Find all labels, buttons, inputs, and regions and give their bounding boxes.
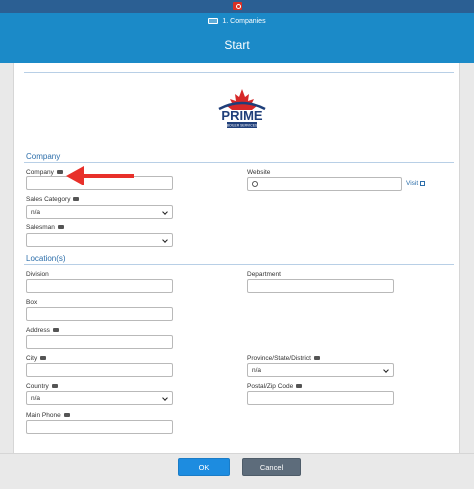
required-icon <box>57 225 64 229</box>
form-panel: PRIME BOILER SERVICES Company Company We… <box>13 63 460 453</box>
section-company: Company <box>26 152 61 161</box>
box-label: Box <box>26 299 38 306</box>
external-link-icon <box>420 181 426 186</box>
website-label: Website <box>247 169 271 176</box>
visit-link[interactable]: Visit <box>406 180 426 187</box>
department-label: Department <box>247 271 281 278</box>
division-label: Division <box>26 271 49 278</box>
address-label: Address <box>26 327 59 334</box>
department-input[interactable] <box>247 279 394 293</box>
division-input[interactable] <box>26 279 173 293</box>
website-input[interactable] <box>247 177 402 191</box>
salesman-label: Salesman <box>26 224 64 231</box>
top-bar <box>0 0 474 13</box>
page-title: Start <box>224 38 250 52</box>
province-label: Province/State/District <box>247 355 320 362</box>
dialog-footer: OK Cancel <box>0 453 474 489</box>
province-select[interactable]: n/a <box>247 363 394 377</box>
breadcrumb-label: 1. Companies <box>222 18 266 25</box>
main-phone-label: Main Phone <box>26 412 70 419</box>
card-icon <box>208 18 219 24</box>
company-label: Company <box>26 169 63 176</box>
chevron-down-icon <box>383 367 389 373</box>
required-icon <box>51 384 58 388</box>
main-phone-input[interactable] <box>26 420 173 434</box>
required-icon <box>296 384 303 388</box>
required-icon <box>73 197 80 201</box>
required-icon <box>40 356 47 360</box>
required-icon <box>63 413 70 417</box>
app-icon[interactable] <box>233 2 242 10</box>
required-icon <box>313 356 320 360</box>
sales-category-select[interactable]: n/a <box>26 205 173 219</box>
address-input[interactable] <box>26 335 173 349</box>
red-arrow-annotation <box>66 166 134 185</box>
divider <box>24 162 454 163</box>
chevron-down-icon <box>162 209 168 215</box>
city-input[interactable] <box>26 363 173 377</box>
required-icon <box>56 170 63 174</box>
breadcrumb: 1. Companies <box>0 18 474 25</box>
divider <box>24 72 454 73</box>
city-label: City <box>26 355 47 362</box>
chevron-down-icon <box>162 395 168 401</box>
chevron-down-icon <box>162 237 168 243</box>
country-label: Country <box>26 383 58 390</box>
country-select[interactable]: n/a <box>26 391 173 405</box>
cancel-button[interactable]: Cancel <box>242 458 301 476</box>
section-locations: Location(s) <box>26 254 66 263</box>
required-icon <box>52 328 59 332</box>
divider <box>24 264 454 265</box>
postal-code-input[interactable] <box>247 391 394 405</box>
box-input[interactable] <box>26 307 173 321</box>
logo-tagline-text: BOILER SERVICES <box>227 124 258 128</box>
dialog-header: 1. Companies Start <box>0 13 474 63</box>
salesman-select[interactable] <box>26 233 173 247</box>
prime-boiler-logo: PRIME BOILER SERVICES <box>218 89 266 128</box>
postal-code-label: Postal/Zip Code <box>247 383 303 390</box>
sales-category-label: Sales Category <box>26 196 80 203</box>
link-icon <box>250 179 260 189</box>
logo-brand-text: PRIME <box>221 108 263 123</box>
ok-button[interactable]: OK <box>178 458 230 476</box>
